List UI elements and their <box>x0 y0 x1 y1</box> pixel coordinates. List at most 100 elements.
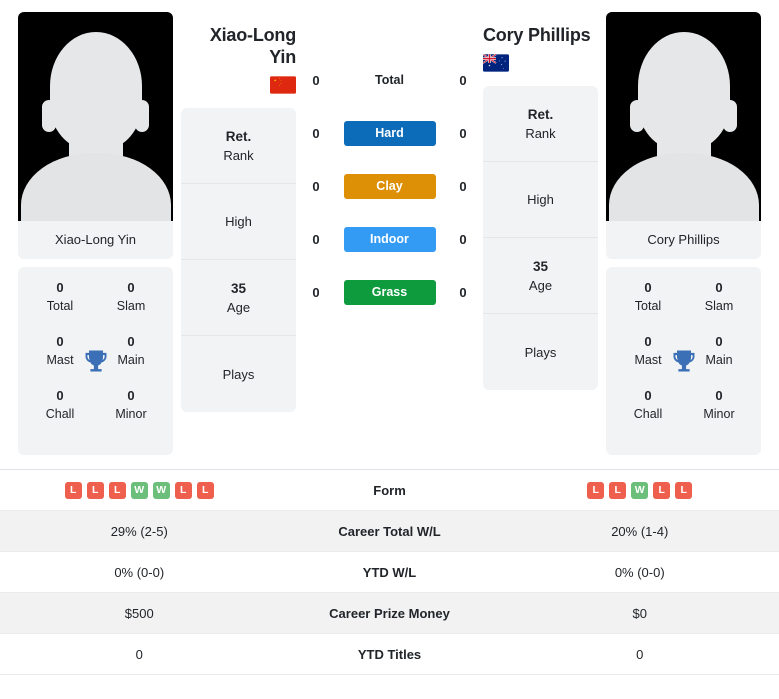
surface-label-clay: Clay <box>343 174 436 199</box>
surface-label-hard: Hard <box>343 121 436 146</box>
left-titles-row-1: 0 Total 0 Slam <box>24 279 167 333</box>
left-player-name-line2: Yin <box>269 47 296 67</box>
right-titles-minor-label: Minor <box>703 407 735 421</box>
left-ytd-titles: 0 <box>135 646 143 662</box>
form-badge-loss: L <box>653 481 671 499</box>
form-badge-loss: L <box>174 481 192 499</box>
form-badge-loss: L <box>108 481 126 499</box>
surface-comparison-column: 0 Total 0 0 Hard 0 0 Clay 0 0 Indoor 0 0 <box>304 12 475 305</box>
right-score-grass: 0 <box>459 285 467 300</box>
left-stat-rank: Ret. Rank <box>181 108 296 184</box>
left-form-cell: LLLWWLL <box>0 481 279 499</box>
right-stat-age-label: Age <box>528 277 553 293</box>
left-score-indoor: 0 <box>312 232 320 247</box>
right-titles-main-value: 0 <box>715 334 723 349</box>
right-stat-high-label: High <box>527 192 554 207</box>
row-label-ytd-titles: YTD Titles <box>357 646 422 662</box>
left-titles-slam: 0 Slam <box>103 279 159 315</box>
right-stat-high: High <box>483 162 598 238</box>
right-score-indoor: 0 <box>459 232 467 247</box>
left-titles-mast-value: 0 <box>56 334 64 349</box>
right-titles-row-1: 0 Total 0 Slam <box>612 279 755 333</box>
surface-label-grass: Grass <box>343 280 436 305</box>
left-player-photo-caption: Xiao-Long Yin <box>18 221 173 259</box>
surface-row-clay: 0 Clay 0 <box>304 174 475 199</box>
left-player-avatar <box>18 12 173 221</box>
form-badge-loss: L <box>64 481 82 499</box>
form-badge-loss: L <box>675 481 693 499</box>
form-badge-loss: L <box>196 481 214 499</box>
right-titles-total-value: 0 <box>644 280 652 295</box>
right-player-name-line1: Cory Phillips <box>483 25 591 45</box>
left-titles-row-3: 0 Chall 0 Minor <box>24 387 167 441</box>
left-stat-high: High <box>181 184 296 260</box>
row-label-ytd-wl: YTD W/L <box>362 564 417 580</box>
right-ytd-titles: 0 <box>636 646 644 662</box>
left-form-badges: LLLWWLL <box>0 481 279 499</box>
left-stat-age-label: Age <box>226 299 251 315</box>
form-badge-win: W <box>631 481 649 499</box>
left-stat-high-label: High <box>225 214 252 229</box>
row-label-form: Form <box>373 482 406 498</box>
left-titles-minor-label: Minor <box>115 407 147 421</box>
table-row: $500 Career Prize Money $0 <box>0 593 779 634</box>
left-stat-plays: Plays <box>181 336 296 412</box>
left-titles-main: 0 Main <box>103 333 159 369</box>
surface-row-grass: 0 Grass 0 <box>304 280 475 305</box>
right-titles-chall-label: Chall <box>633 407 663 421</box>
left-titles-slam-label: Slam <box>116 299 146 313</box>
right-form-badges: LLWLL <box>501 481 779 499</box>
left-titles-chall-value: 0 <box>56 388 64 403</box>
surface-row-indoor: 0 Indoor 0 <box>304 227 475 252</box>
left-player-titles-card: 0 Total 0 Slam 0 Mast 0 Main 0 Chall 0 M… <box>18 267 173 455</box>
right-player-photo-caption: Cory Phillips <box>606 221 761 259</box>
form-badge-loss: L <box>587 481 605 499</box>
left-player-photo-card[interactable]: Xiao-Long Yin <box>18 12 173 259</box>
table-row: 29% (2-5) Career Total W/L 20% (1-4) <box>0 511 779 552</box>
surface-row-hard: 0 Hard 0 <box>304 121 475 146</box>
left-stat-rank-value: Ret. <box>225 128 252 144</box>
table-row: LLLWWLL Form LLWLL <box>0 470 779 511</box>
left-career-total-wl: 29% (2-5) <box>110 523 168 539</box>
left-titles-slam-value: 0 <box>127 280 135 295</box>
comparison-table: LLLWWLL Form LLWLL 29% (2-5) Career Tota… <box>0 469 779 675</box>
right-score-hard: 0 <box>459 126 467 141</box>
avatar-ear-right-shape <box>723 100 737 132</box>
avatar-body-shape <box>20 153 171 221</box>
right-stats-card: Ret. Rank High 35 Age Plays <box>483 86 598 390</box>
right-player-heading: Cory Phillips <box>483 12 598 72</box>
right-player-avatar <box>606 12 761 221</box>
left-player-column: Xiao-Long Yin 0 Total 0 Slam 0 Mast 0 Ma… <box>18 12 173 455</box>
right-stat-rank: Ret. Rank <box>483 86 598 162</box>
right-stats-column: Cory Phillips Ret. Rank High 35 Age Play… <box>483 12 598 390</box>
flag-australia-icon <box>483 54 509 72</box>
right-titles-mast-value: 0 <box>644 334 652 349</box>
left-score-total: 0 <box>312 73 320 88</box>
right-ytd-wl: 0% (0-0) <box>614 564 665 580</box>
right-titles-chall-value: 0 <box>644 388 652 403</box>
left-titles-mast-label: Mast <box>46 353 74 367</box>
left-stats-card: Ret. Rank High 35 Age Plays <box>181 108 296 412</box>
right-career-prize-money: $0 <box>632 605 647 621</box>
surface-label-total: Total <box>375 73 404 87</box>
left-titles-minor: 0 Minor <box>103 387 159 423</box>
left-career-prize-money: $500 <box>124 605 154 621</box>
avatar-ear-left-shape <box>630 100 644 132</box>
left-titles-chall: 0 Chall <box>32 387 88 423</box>
form-badge-win: W <box>130 481 148 499</box>
flag-china-icon <box>270 76 296 94</box>
right-titles-total: 0 Total <box>620 279 676 315</box>
right-form-cell: LLWLL <box>501 481 779 499</box>
left-titles-main-label: Main <box>117 353 145 367</box>
right-titles-mast-label: Mast <box>634 353 662 367</box>
left-player-heading: Xiao-Long Yin <box>181 12 296 94</box>
left-stats-column: Xiao-Long Yin Ret. Rank High 35 Age Play… <box>181 12 296 412</box>
right-titles-slam-label: Slam <box>704 299 734 313</box>
form-badge-loss: L <box>86 481 104 499</box>
left-titles-total-label: Total <box>46 299 74 313</box>
left-titles-minor-value: 0 <box>127 388 135 403</box>
table-row: 0% (0-0) YTD W/L 0% (0-0) <box>0 552 779 593</box>
right-player-photo-card[interactable]: Cory Phillips <box>606 12 761 259</box>
left-stat-age: 35 Age <box>181 260 296 336</box>
table-row: 0 YTD Titles 0 <box>0 634 779 675</box>
